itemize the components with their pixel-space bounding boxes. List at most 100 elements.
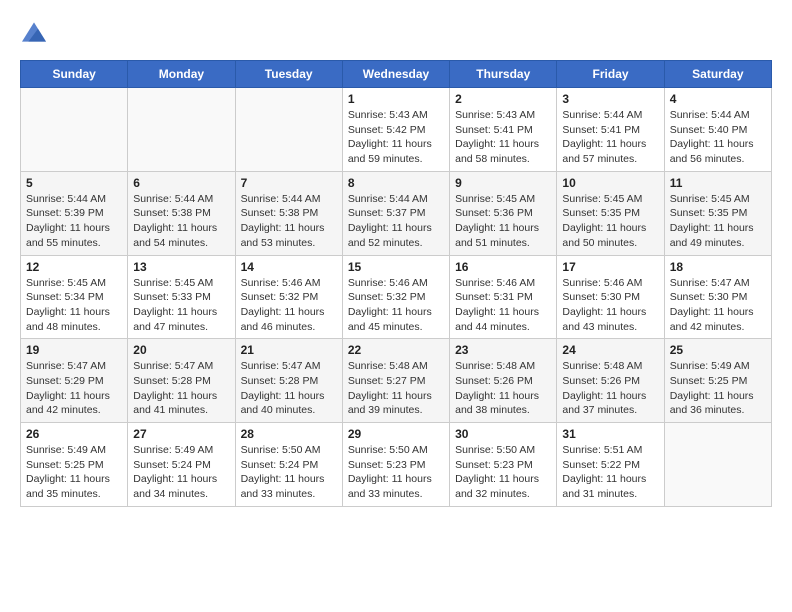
day-info: Sunrise: 5:50 AM Sunset: 5:24 PM Dayligh… <box>241 443 337 502</box>
calendar-cell: 23 Sunrise: 5:48 AM Sunset: 5:26 PM Dayli… <box>450 339 557 423</box>
day-header-sunday: Sunday <box>21 61 128 88</box>
calendar-cell: 6 Sunrise: 5:44 AM Sunset: 5:38 PM Daylig… <box>128 171 235 255</box>
day-number: 8 <box>348 176 444 190</box>
day-header-thursday: Thursday <box>450 61 557 88</box>
calendar-cell: 19 Sunrise: 5:47 AM Sunset: 5:29 PM Dayli… <box>21 339 128 423</box>
day-number: 15 <box>348 260 444 274</box>
day-header-friday: Friday <box>557 61 664 88</box>
day-info: Sunrise: 5:47 AM Sunset: 5:28 PM Dayligh… <box>133 359 229 418</box>
day-number: 25 <box>670 343 766 357</box>
day-number: 4 <box>670 92 766 106</box>
day-info: Sunrise: 5:50 AM Sunset: 5:23 PM Dayligh… <box>348 443 444 502</box>
logo-icon <box>22 22 46 42</box>
calendar-cell: 2 Sunrise: 5:43 AM Sunset: 5:41 PM Daylig… <box>450 88 557 172</box>
day-number: 30 <box>455 427 551 441</box>
day-number: 17 <box>562 260 658 274</box>
day-number: 28 <box>241 427 337 441</box>
day-info: Sunrise: 5:45 AM Sunset: 5:33 PM Dayligh… <box>133 276 229 335</box>
calendar-cell: 12 Sunrise: 5:45 AM Sunset: 5:34 PM Dayli… <box>21 255 128 339</box>
calendar-cell <box>235 88 342 172</box>
calendar-cell <box>128 88 235 172</box>
day-number: 23 <box>455 343 551 357</box>
day-info: Sunrise: 5:49 AM Sunset: 5:24 PM Dayligh… <box>133 443 229 502</box>
calendar-cell: 1 Sunrise: 5:43 AM Sunset: 5:42 PM Daylig… <box>342 88 449 172</box>
day-number: 16 <box>455 260 551 274</box>
day-number: 24 <box>562 343 658 357</box>
calendar-cell: 7 Sunrise: 5:44 AM Sunset: 5:38 PM Daylig… <box>235 171 342 255</box>
logo <box>20 20 46 42</box>
day-info: Sunrise: 5:46 AM Sunset: 5:32 PM Dayligh… <box>348 276 444 335</box>
day-info: Sunrise: 5:50 AM Sunset: 5:23 PM Dayligh… <box>455 443 551 502</box>
calendar-cell: 25 Sunrise: 5:49 AM Sunset: 5:25 PM Dayli… <box>664 339 771 423</box>
day-number: 5 <box>26 176 122 190</box>
day-info: Sunrise: 5:44 AM Sunset: 5:40 PM Dayligh… <box>670 108 766 167</box>
calendar-cell: 10 Sunrise: 5:45 AM Sunset: 5:35 PM Dayli… <box>557 171 664 255</box>
day-info: Sunrise: 5:45 AM Sunset: 5:36 PM Dayligh… <box>455 192 551 251</box>
calendar-cell <box>664 423 771 507</box>
calendar-cell: 8 Sunrise: 5:44 AM Sunset: 5:37 PM Daylig… <box>342 171 449 255</box>
calendar-cell: 15 Sunrise: 5:46 AM Sunset: 5:32 PM Dayli… <box>342 255 449 339</box>
day-number: 29 <box>348 427 444 441</box>
day-info: Sunrise: 5:45 AM Sunset: 5:35 PM Dayligh… <box>670 192 766 251</box>
day-info: Sunrise: 5:44 AM Sunset: 5:38 PM Dayligh… <box>133 192 229 251</box>
day-info: Sunrise: 5:44 AM Sunset: 5:38 PM Dayligh… <box>241 192 337 251</box>
calendar-cell: 22 Sunrise: 5:48 AM Sunset: 5:27 PM Dayli… <box>342 339 449 423</box>
day-info: Sunrise: 5:48 AM Sunset: 5:26 PM Dayligh… <box>455 359 551 418</box>
day-info: Sunrise: 5:46 AM Sunset: 5:30 PM Dayligh… <box>562 276 658 335</box>
calendar-cell: 26 Sunrise: 5:49 AM Sunset: 5:25 PM Dayli… <box>21 423 128 507</box>
day-number: 22 <box>348 343 444 357</box>
day-header-saturday: Saturday <box>664 61 771 88</box>
calendar-cell: 13 Sunrise: 5:45 AM Sunset: 5:33 PM Dayli… <box>128 255 235 339</box>
day-number: 6 <box>133 176 229 190</box>
day-info: Sunrise: 5:48 AM Sunset: 5:27 PM Dayligh… <box>348 359 444 418</box>
day-header-wednesday: Wednesday <box>342 61 449 88</box>
day-number: 13 <box>133 260 229 274</box>
day-number: 10 <box>562 176 658 190</box>
day-number: 1 <box>348 92 444 106</box>
day-info: Sunrise: 5:47 AM Sunset: 5:29 PM Dayligh… <box>26 359 122 418</box>
calendar-cell: 17 Sunrise: 5:46 AM Sunset: 5:30 PM Dayli… <box>557 255 664 339</box>
day-number: 27 <box>133 427 229 441</box>
calendar-cell: 27 Sunrise: 5:49 AM Sunset: 5:24 PM Dayli… <box>128 423 235 507</box>
day-number: 2 <box>455 92 551 106</box>
calendar-cell: 11 Sunrise: 5:45 AM Sunset: 5:35 PM Dayli… <box>664 171 771 255</box>
calendar-cell: 30 Sunrise: 5:50 AM Sunset: 5:23 PM Dayli… <box>450 423 557 507</box>
calendar-table: SundayMondayTuesdayWednesdayThursdayFrid… <box>20 60 772 507</box>
day-info: Sunrise: 5:49 AM Sunset: 5:25 PM Dayligh… <box>670 359 766 418</box>
day-info: Sunrise: 5:45 AM Sunset: 5:34 PM Dayligh… <box>26 276 122 335</box>
day-number: 11 <box>670 176 766 190</box>
day-info: Sunrise: 5:46 AM Sunset: 5:32 PM Dayligh… <box>241 276 337 335</box>
day-info: Sunrise: 5:45 AM Sunset: 5:35 PM Dayligh… <box>562 192 658 251</box>
day-number: 19 <box>26 343 122 357</box>
calendar-cell: 3 Sunrise: 5:44 AM Sunset: 5:41 PM Daylig… <box>557 88 664 172</box>
day-number: 14 <box>241 260 337 274</box>
calendar-cell: 29 Sunrise: 5:50 AM Sunset: 5:23 PM Dayli… <box>342 423 449 507</box>
calendar-cell: 14 Sunrise: 5:46 AM Sunset: 5:32 PM Dayli… <box>235 255 342 339</box>
calendar-cell: 31Sunrise: 5:51 AM Sunset: 5:22 PM Dayli… <box>557 423 664 507</box>
calendar-cell: 21 Sunrise: 5:47 AM Sunset: 5:28 PM Dayli… <box>235 339 342 423</box>
day-number: 31 <box>562 427 658 441</box>
day-number: 21 <box>241 343 337 357</box>
day-number: 26 <box>26 427 122 441</box>
calendar-cell: 4 Sunrise: 5:44 AM Sunset: 5:40 PM Daylig… <box>664 88 771 172</box>
calendar-cell: 28 Sunrise: 5:50 AM Sunset: 5:24 PM Dayli… <box>235 423 342 507</box>
day-header-monday: Monday <box>128 61 235 88</box>
calendar-cell: 9 Sunrise: 5:45 AM Sunset: 5:36 PM Daylig… <box>450 171 557 255</box>
calendar-cell: 24Sunrise: 5:48 AM Sunset: 5:26 PM Dayli… <box>557 339 664 423</box>
day-number: 7 <box>241 176 337 190</box>
day-info: Sunrise: 5:43 AM Sunset: 5:41 PM Dayligh… <box>455 108 551 167</box>
day-info: Sunrise: 5:44 AM Sunset: 5:41 PM Dayligh… <box>562 108 658 167</box>
day-header-tuesday: Tuesday <box>235 61 342 88</box>
calendar-cell <box>21 88 128 172</box>
day-number: 12 <box>26 260 122 274</box>
day-info: Sunrise: 5:43 AM Sunset: 5:42 PM Dayligh… <box>348 108 444 167</box>
calendar-cell: 18Sunrise: 5:47 AM Sunset: 5:30 PM Dayli… <box>664 255 771 339</box>
day-number: 3 <box>562 92 658 106</box>
calendar-cell: 16Sunrise: 5:46 AM Sunset: 5:31 PM Dayli… <box>450 255 557 339</box>
day-info: Sunrise: 5:44 AM Sunset: 5:39 PM Dayligh… <box>26 192 122 251</box>
day-info: Sunrise: 5:44 AM Sunset: 5:37 PM Dayligh… <box>348 192 444 251</box>
day-info: Sunrise: 5:47 AM Sunset: 5:28 PM Dayligh… <box>241 359 337 418</box>
day-number: 9 <box>455 176 551 190</box>
day-info: Sunrise: 5:47 AM Sunset: 5:30 PM Dayligh… <box>670 276 766 335</box>
day-info: Sunrise: 5:49 AM Sunset: 5:25 PM Dayligh… <box>26 443 122 502</box>
